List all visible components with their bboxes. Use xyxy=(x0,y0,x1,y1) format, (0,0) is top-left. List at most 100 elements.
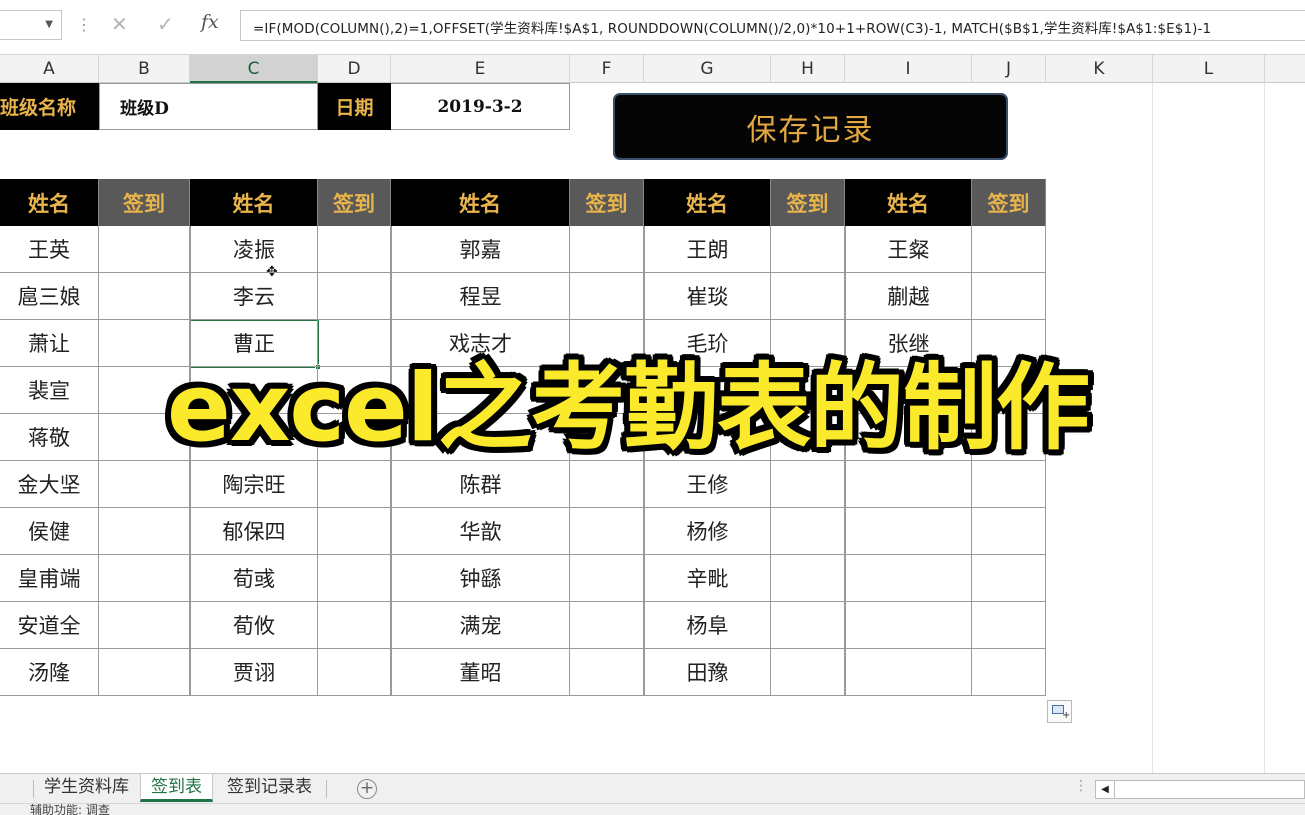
student-name-cell[interactable]: 萧让 xyxy=(0,320,99,367)
signin-cell[interactable] xyxy=(771,649,845,696)
signin-cell[interactable] xyxy=(771,555,845,602)
student-name-cell[interactable]: 凌振 xyxy=(190,226,318,273)
sheet-tab-student-library[interactable]: 学生资料库 xyxy=(34,774,139,802)
signin-cell[interactable] xyxy=(318,508,391,555)
signin-cell[interactable] xyxy=(972,649,1046,696)
class-name-value[interactable]: 班级D xyxy=(99,83,190,130)
student-name-cell[interactable]: 田豫 xyxy=(644,649,771,696)
signin-cell[interactable] xyxy=(318,273,391,320)
student-name-cell[interactable] xyxy=(845,649,972,696)
student-name-cell[interactable]: 王朗 xyxy=(644,226,771,273)
column-header-j[interactable]: J xyxy=(972,55,1046,83)
signin-cell[interactable] xyxy=(99,508,190,555)
signin-cell[interactable] xyxy=(972,602,1046,649)
add-sheet-icon[interactable]: + xyxy=(357,779,377,799)
column-header-a[interactable]: A xyxy=(0,55,99,83)
column-header-b[interactable]: B xyxy=(99,55,190,83)
signin-cell[interactable] xyxy=(318,226,391,273)
column-header-g[interactable]: G xyxy=(644,55,771,83)
student-name-cell[interactable]: 李云 xyxy=(190,273,318,320)
signin-cell[interactable] xyxy=(972,273,1046,320)
signin-cell[interactable] xyxy=(99,461,190,508)
student-name-cell[interactable]: 王修 xyxy=(644,461,771,508)
student-name-cell[interactable]: 贾诩 xyxy=(190,649,318,696)
column-header-c[interactable]: C xyxy=(190,55,318,83)
signin-cell[interactable] xyxy=(99,555,190,602)
student-name-cell[interactable]: 辛毗 xyxy=(644,555,771,602)
student-name-cell[interactable]: 侯健 xyxy=(0,508,99,555)
student-name-cell[interactable] xyxy=(845,461,972,508)
signin-cell[interactable] xyxy=(318,649,391,696)
student-name-cell[interactable]: 王粲 xyxy=(845,226,972,273)
student-name-cell[interactable]: 扈三娘 xyxy=(0,273,99,320)
paste-options-icon[interactable]: + xyxy=(1047,700,1072,723)
student-name-cell[interactable] xyxy=(845,508,972,555)
sheet-tab-signin[interactable]: 签到表 xyxy=(140,774,213,802)
student-name-cell[interactable]: 汤隆 xyxy=(0,649,99,696)
student-name-cell[interactable]: 安道全 xyxy=(0,602,99,649)
student-name-cell[interactable]: 蒯越 xyxy=(845,273,972,320)
horizontal-scrollbar[interactable]: ◀ xyxy=(1095,780,1305,799)
student-name-cell[interactable]: 郁保四 xyxy=(190,508,318,555)
student-name-cell[interactable]: 裴宣 xyxy=(0,367,99,414)
signin-cell[interactable] xyxy=(570,461,644,508)
student-name-cell[interactable]: 陈群 xyxy=(391,461,570,508)
signin-cell[interactable] xyxy=(318,461,391,508)
signin-cell[interactable] xyxy=(99,649,190,696)
student-name-cell[interactable]: 蒋敬 xyxy=(0,414,99,461)
column-header-k[interactable]: K xyxy=(1046,55,1153,83)
formula-input[interactable]: =IF(MOD(COLUMN(),2)=1,OFFSET(学生资料库!$A$1,… xyxy=(240,10,1305,41)
signin-cell[interactable] xyxy=(771,461,845,508)
student-name-cell[interactable]: 金大坚 xyxy=(0,461,99,508)
name-box[interactable]: ▼ xyxy=(0,10,62,40)
column-header-i[interactable]: I xyxy=(845,55,972,83)
student-name-cell[interactable]: 华歆 xyxy=(391,508,570,555)
scroll-left-icon[interactable]: ◀ xyxy=(1096,781,1115,798)
cancel-icon[interactable]: ✕ xyxy=(111,12,128,36)
student-name-cell[interactable]: 郭嘉 xyxy=(391,226,570,273)
signin-cell[interactable] xyxy=(99,602,190,649)
signin-cell[interactable] xyxy=(972,461,1046,508)
signin-cell[interactable] xyxy=(972,226,1046,273)
student-name-cell[interactable]: 荀彧 xyxy=(190,555,318,602)
date-value[interactable]: 2019-3-2 xyxy=(391,83,570,130)
column-header-d[interactable]: D xyxy=(318,55,391,83)
student-name-cell[interactable]: 杨修 xyxy=(644,508,771,555)
signin-cell[interactable] xyxy=(771,508,845,555)
student-name-cell[interactable] xyxy=(845,555,972,602)
signin-cell[interactable] xyxy=(318,555,391,602)
column-header-f[interactable]: F xyxy=(570,55,644,83)
signin-cell[interactable] xyxy=(318,602,391,649)
insert-function-icon[interactable]: fx xyxy=(201,11,219,33)
student-name-cell[interactable]: 董昭 xyxy=(391,649,570,696)
signin-cell[interactable] xyxy=(570,273,644,320)
signin-cell[interactable] xyxy=(972,508,1046,555)
signin-cell[interactable] xyxy=(771,273,845,320)
sheet-tab-signin-record[interactable]: 签到记录表 xyxy=(217,774,322,802)
chevron-down-icon[interactable]: ▼ xyxy=(45,19,53,30)
blank-cell-c1[interactable] xyxy=(189,83,318,130)
student-name-cell[interactable]: 满宠 xyxy=(391,602,570,649)
signin-cell[interactable] xyxy=(99,273,190,320)
student-name-cell[interactable]: 钟繇 xyxy=(391,555,570,602)
signin-cell[interactable] xyxy=(570,508,644,555)
column-header-l[interactable]: L xyxy=(1153,55,1265,83)
signin-cell[interactable] xyxy=(570,226,644,273)
signin-cell[interactable] xyxy=(771,226,845,273)
enter-check-icon[interactable]: ✓ xyxy=(157,12,174,36)
student-name-cell[interactable]: 崔琰 xyxy=(644,273,771,320)
signin-cell[interactable] xyxy=(99,226,190,273)
column-header-e[interactable]: E xyxy=(391,55,570,83)
student-name-cell[interactable]: 程昱 xyxy=(391,273,570,320)
signin-cell[interactable] xyxy=(972,555,1046,602)
student-name-cell[interactable]: 杨阜 xyxy=(644,602,771,649)
student-name-cell[interactable]: 荀攸 xyxy=(190,602,318,649)
student-name-cell[interactable]: 陶宗旺 xyxy=(190,461,318,508)
signin-cell[interactable] xyxy=(570,555,644,602)
signin-cell[interactable] xyxy=(570,649,644,696)
student-name-cell[interactable]: 王英 xyxy=(0,226,99,273)
student-name-cell[interactable] xyxy=(845,602,972,649)
signin-cell[interactable] xyxy=(570,602,644,649)
signin-cell[interactable] xyxy=(771,602,845,649)
save-record-button[interactable]: 保存记录 xyxy=(613,93,1008,160)
